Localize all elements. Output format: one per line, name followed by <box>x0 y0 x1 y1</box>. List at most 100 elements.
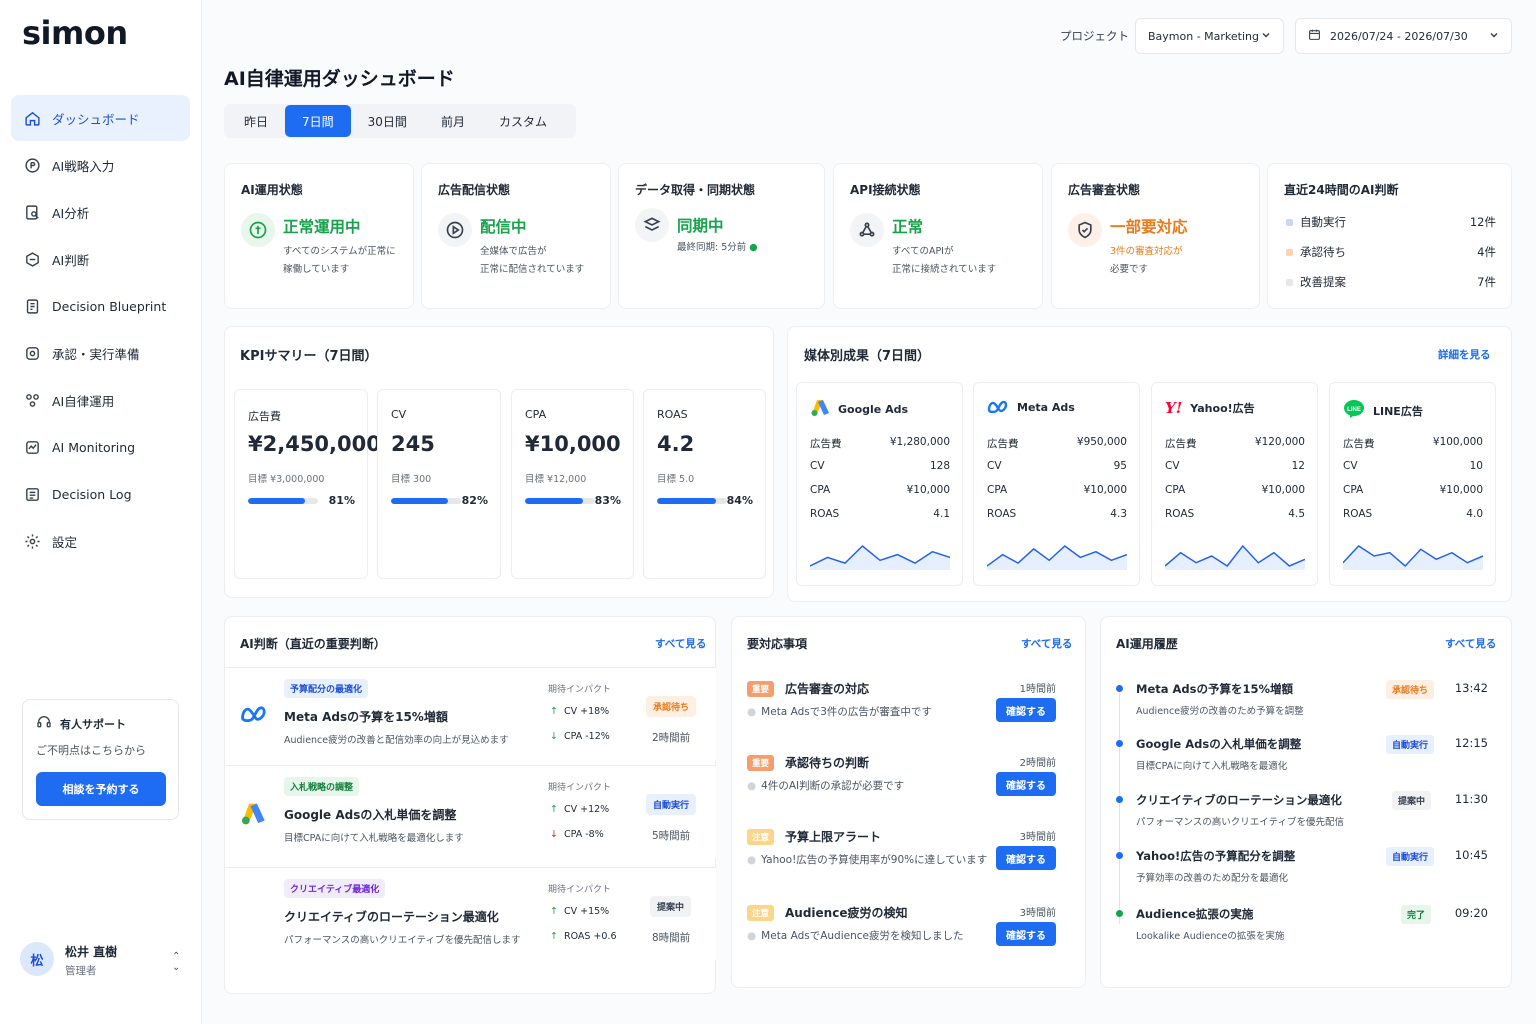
history-item[interactable]: Audience拡張の実施 Lookalike Audienceの拡張を実施 完了… <box>1116 905 1501 958</box>
tab-custom[interactable]: カスタム <box>482 105 564 137</box>
sidebar-nav: ダッシュボード AI戦略入力 AI分析 AI判断 Decision Bluepr… <box>11 95 190 565</box>
sparkline <box>810 544 950 570</box>
status-badge: 自動実行 <box>646 794 697 815</box>
media-tile-yahoo[interactable]: Y! Yahoo!広告 広告費 ¥120,000 CV 12 CPA ¥10,000 R… <box>1151 382 1318 586</box>
timeline-dot <box>1116 740 1123 747</box>
confirm-button[interactable]: 確認する <box>996 922 1056 946</box>
action-item: 注意 Audience疲労の検知 ● Meta AdsでAudience疲労を検知… <box>747 904 1072 974</box>
ai24-row: 承認待ち 4件 <box>1286 244 1496 260</box>
media-tile-google[interactable]: Google Ads 広告費 ¥1,280,000 CV 128 CPA ¥10,00… <box>796 382 963 586</box>
sparkline <box>987 545 1127 570</box>
sidebar-item-settings[interactable]: 設定 <box>11 518 190 564</box>
data-sync-status-card: データ取得・同期状態 同期中 最終同期: 5分前 ● <box>618 163 825 309</box>
sparkline <box>1165 544 1305 570</box>
sparkline <box>1343 545 1483 570</box>
judgment-time: 5時間前 <box>652 830 691 842</box>
media-tile-meta[interactable]: Meta Ads 広告費 ¥950,000 CV 95 CPA ¥10,000 ROA… <box>973 382 1140 586</box>
date-range-picker[interactable]: 2026/07/24 - 2026/07/30 <box>1295 18 1512 54</box>
sidebar-item-blueprint[interactable]: Decision Blueprint <box>11 283 190 329</box>
history-item[interactable]: クリエイティブのローテーション最適化 パフォーマンスの高いクリエイティブを優先配信… <box>1116 791 1501 844</box>
status-badge: 承認待ち <box>1386 680 1435 699</box>
history-time: 09:20 <box>1454 906 1488 920</box>
confirm-button[interactable]: 確認する <box>996 772 1056 796</box>
ai-history-card: AI運用履歴 すべて見る Meta Adsの予算を15%増額 Audience疲労… <box>1100 616 1512 988</box>
impact-down: ↓ CPA -8% <box>550 829 604 840</box>
project-select[interactable]: Baymon - Marketing <box>1135 18 1284 54</box>
sidebar-item-log[interactable]: Decision Log <box>11 471 190 517</box>
section-title: 要対応事項 <box>747 637 808 651</box>
progress-bar <box>657 498 727 504</box>
status-description: すべてのシステムが正常に 稼働しています <box>283 246 396 275</box>
view-all-link[interactable]: すべて見る <box>1021 636 1072 651</box>
sidebar-item-monitoring[interactable]: AI Monitoring <box>11 424 190 470</box>
media-performance-card: 媒体別成果（7日間） 詳細を見る Google Ads 広告費 ¥1,280,00… <box>787 326 1512 602</box>
status-description: 最終同期: 5分前 ● <box>677 242 758 253</box>
section-title: AI運用履歴 <box>1116 637 1178 651</box>
period-tabs: 昨日 7日間 30日間 前月 カスタム <box>224 104 576 138</box>
date-range-value: 2026/07/24 - 2026/07/30 <box>1330 29 1468 43</box>
view-details-link[interactable]: 詳細を見る <box>1438 347 1491 362</box>
judgment-item[interactable]: 予算配分の最適化 Meta Adsの予算を15%増額 Audience疲労の改善… <box>226 667 716 760</box>
history-item[interactable]: Meta Adsの予算を15%増額 Audience疲労の改善のため予算を調整 承… <box>1116 680 1501 733</box>
sidebar-item-label: Decision Blueprint <box>52 298 167 314</box>
arrow-down-icon: ↓ <box>550 731 558 742</box>
priority-badge: 重要 <box>747 755 775 771</box>
sidebar-item-strategy[interactable]: AI戦略入力 <box>11 142 190 188</box>
headset-icon <box>36 714 52 733</box>
book-consultation-button[interactable]: 相談を予約する <box>36 772 166 806</box>
history-item[interactable]: Yahoo!広告の予算配分を調整 予算効率の改善のため配分を最適化 自動実行 10… <box>1116 847 1501 900</box>
tab-yesterday[interactable]: 昨日 <box>227 105 285 137</box>
support-subtitle: ご不明点はこちらから <box>36 744 146 757</box>
status-value: 一部要対応 <box>1110 218 1188 236</box>
sync-icon <box>635 208 669 242</box>
status-badge: 提案中 <box>1392 791 1432 810</box>
view-all-link[interactable]: すべて見る <box>655 636 706 651</box>
category-tag: 予算配分の最適化 <box>284 679 369 698</box>
ad-review-status-card: 広告審査状態 一部要対応 3件の審査対応が 必要です <box>1051 163 1260 309</box>
sidebar-item-label: AI分析 <box>52 205 90 221</box>
judgment-time: 2時間前 <box>652 732 691 744</box>
kpi-tile-cv: CV 245 目標 300 82% <box>377 389 501 579</box>
ad-delivery-status-card: 広告配信状態 配信中 全媒体で広告が 正常に配信されています <box>421 163 611 309</box>
category-tag: 入札戦略の調整 <box>284 777 360 796</box>
tab-7days[interactable]: 7日間 <box>285 105 351 137</box>
user-profile[interactable]: 松 松井 直樹 管理者 ⌃ ⌄ <box>20 942 190 982</box>
app-logo[interactable]: simon <box>22 14 128 52</box>
priority-badge: 注意 <box>747 829 775 845</box>
tab-last-month[interactable]: 前月 <box>424 105 482 137</box>
google-ads-icon <box>810 399 830 420</box>
sidebar-item-dashboard[interactable]: ダッシュボード <box>11 95 190 141</box>
sidebar-item-analysis[interactable]: AI分析 <box>11 189 190 235</box>
confirm-button[interactable]: 確認する <box>996 698 1056 722</box>
project-value: Baymon - Marketing <box>1148 29 1259 43</box>
impact-up: ↑ CV +18% <box>550 706 610 717</box>
confirm-button[interactable]: 確認する <box>996 846 1056 870</box>
status-value: 同期中 <box>677 217 724 235</box>
judgment-item[interactable]: クリエイティブ最適化 クリエイティブのローテーション最適化 パフォーマンスの高い… <box>226 867 716 960</box>
judgment-item[interactable]: 入札戦略の調整 Google Adsの入札単価を調整 目標CPAに向けて入札戦略… <box>226 765 716 858</box>
timeline-dot <box>1116 852 1123 859</box>
ai24-row: 自動実行 12件 <box>1286 214 1496 230</box>
arrow-up-icon: ↑ <box>550 931 558 942</box>
ai24-row: 改善提案 7件 <box>1286 274 1496 290</box>
expand-icon[interactable]: ⌃ ⌄ <box>172 951 180 973</box>
sidebar-item-autonomous[interactable]: AI自律運用 <box>11 377 190 423</box>
sidebar-item-judgment[interactable]: AI判断 <box>11 236 190 282</box>
action-time: 1時間前 <box>1019 684 1056 695</box>
sidebar-item-label: ダッシュボード <box>52 111 140 127</box>
tab-30days[interactable]: 30日間 <box>351 105 424 137</box>
history-item[interactable]: Google Adsの入札単価を調整 目標CPAに向けて入札戦略を最適化 自動実行… <box>1116 735 1501 788</box>
meta-icon <box>987 399 1009 416</box>
shield-icon <box>1068 213 1102 247</box>
judgment-title: Google Adsの入札単価を調整 <box>284 808 457 822</box>
sidebar-item-approval[interactable]: 承認・実行準備 <box>11 330 190 376</box>
arrow-up-icon: ↑ <box>550 906 558 917</box>
approval-icon <box>23 344 41 362</box>
media-tile-line[interactable]: LINE LINE広告 広告費 ¥100,000 CV 10 CPA ¥10,000 R… <box>1329 382 1496 586</box>
history-time: 12:15 <box>1454 736 1488 750</box>
action-time: 3時間前 <box>1019 832 1056 843</box>
legend-swatch <box>1286 278 1293 286</box>
judgment-icon <box>23 250 41 268</box>
view-all-link[interactable]: すべて見る <box>1445 636 1496 651</box>
history-time: 11:30 <box>1454 792 1488 806</box>
